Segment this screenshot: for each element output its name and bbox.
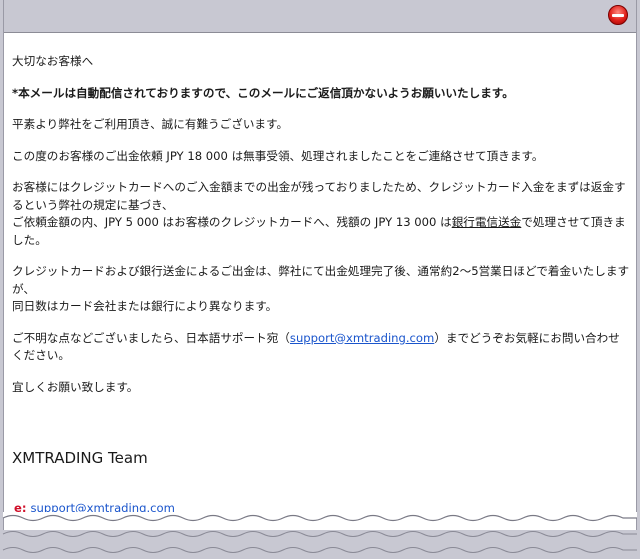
paragraph-contact: ご不明な点などございましたら、日本語サポート宛（support@xmtradin…	[12, 330, 630, 365]
paragraph-arrival-time: クレジットカードおよび銀行送金によるご出金は、弊社にて出金処理完了後、通常約2～…	[12, 263, 630, 316]
closing: 宜しくお願い致します。	[12, 379, 139, 394]
greeting: 大切なお客様へ	[12, 54, 94, 68]
close-icon[interactable]	[608, 5, 628, 25]
refund-policy-text: お客様にはクレジットカードへのご入金額までの出金が残っておりましたため、クレジッ…	[12, 180, 626, 212]
paragraph-thanks: 平素より弊社をご利用頂き、誠に有難うございます。	[12, 117, 289, 131]
auto-notice: *本メールは自動配信されておりますので、このメールにご返信頂かないようお願いいた…	[12, 85, 514, 100]
contact-text-before: ご不明な点などございましたら、日本語サポート宛（	[12, 330, 290, 345]
email-window: 大切なお客様へ *本メールは自動配信されておりますので、このメールにご返信頂かな…	[3, 0, 637, 530]
torn-edge-decoration	[2, 512, 637, 553]
signature-team: XMTRADING Team	[12, 449, 148, 467]
paragraph-refund-policy: お客様にはクレジットカードへのご入金額までの出金が残っておりましたため、クレジッ…	[12, 179, 630, 249]
arrival-time-text: クレジットカードおよび銀行送金によるご出金は、弊社にて出金処理完了後、通常約2～…	[12, 264, 630, 296]
title-bar	[4, 0, 636, 33]
refund-detail-text: ご依頼金額の内、JPY 5 000 はお客様のクレジットカードへ、残額の JPY…	[12, 215, 452, 229]
support-email-link[interactable]: support@xmtrading.com	[290, 331, 434, 345]
paragraph-withdrawal-received: この度のお客様のご出金依頼 JPY 18 000 は無事受領、処理されましたこと…	[12, 148, 544, 163]
arrival-variance-text: 同日数はカード会社または銀行により異なります。	[12, 299, 278, 313]
email-body: 大切なお客様へ *本メールは自動配信されておりますので、このメールにご返信頂かな…	[12, 53, 630, 410]
bank-wire-text: 銀行電信送金	[451, 215, 522, 229]
